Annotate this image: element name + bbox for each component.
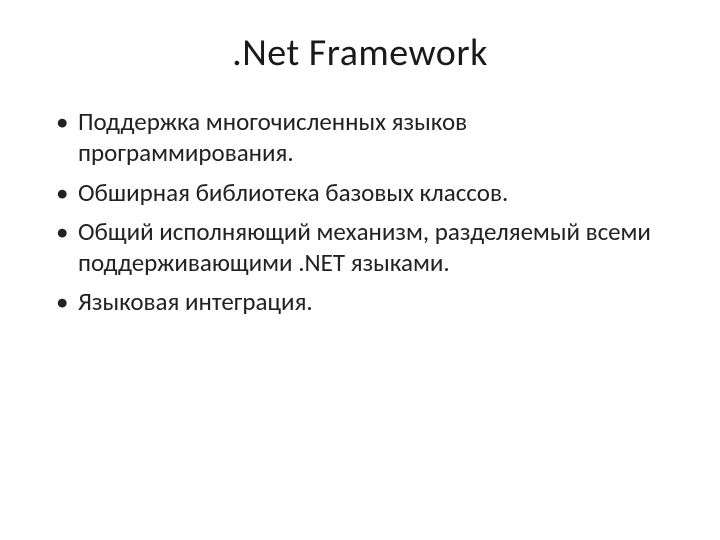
bullet-list: Поддержка многочисленных языков программ… [50,106,670,318]
list-item: Общий исполняющий механизм, разделяемый … [50,216,670,279]
list-item: Языковая интеграция. [50,286,670,317]
slide-title: .Net Framework [50,30,670,76]
list-item: Обширная библиотека базовых классов. [50,177,670,208]
list-item: Поддержка многочисленных языков программ… [50,106,670,169]
